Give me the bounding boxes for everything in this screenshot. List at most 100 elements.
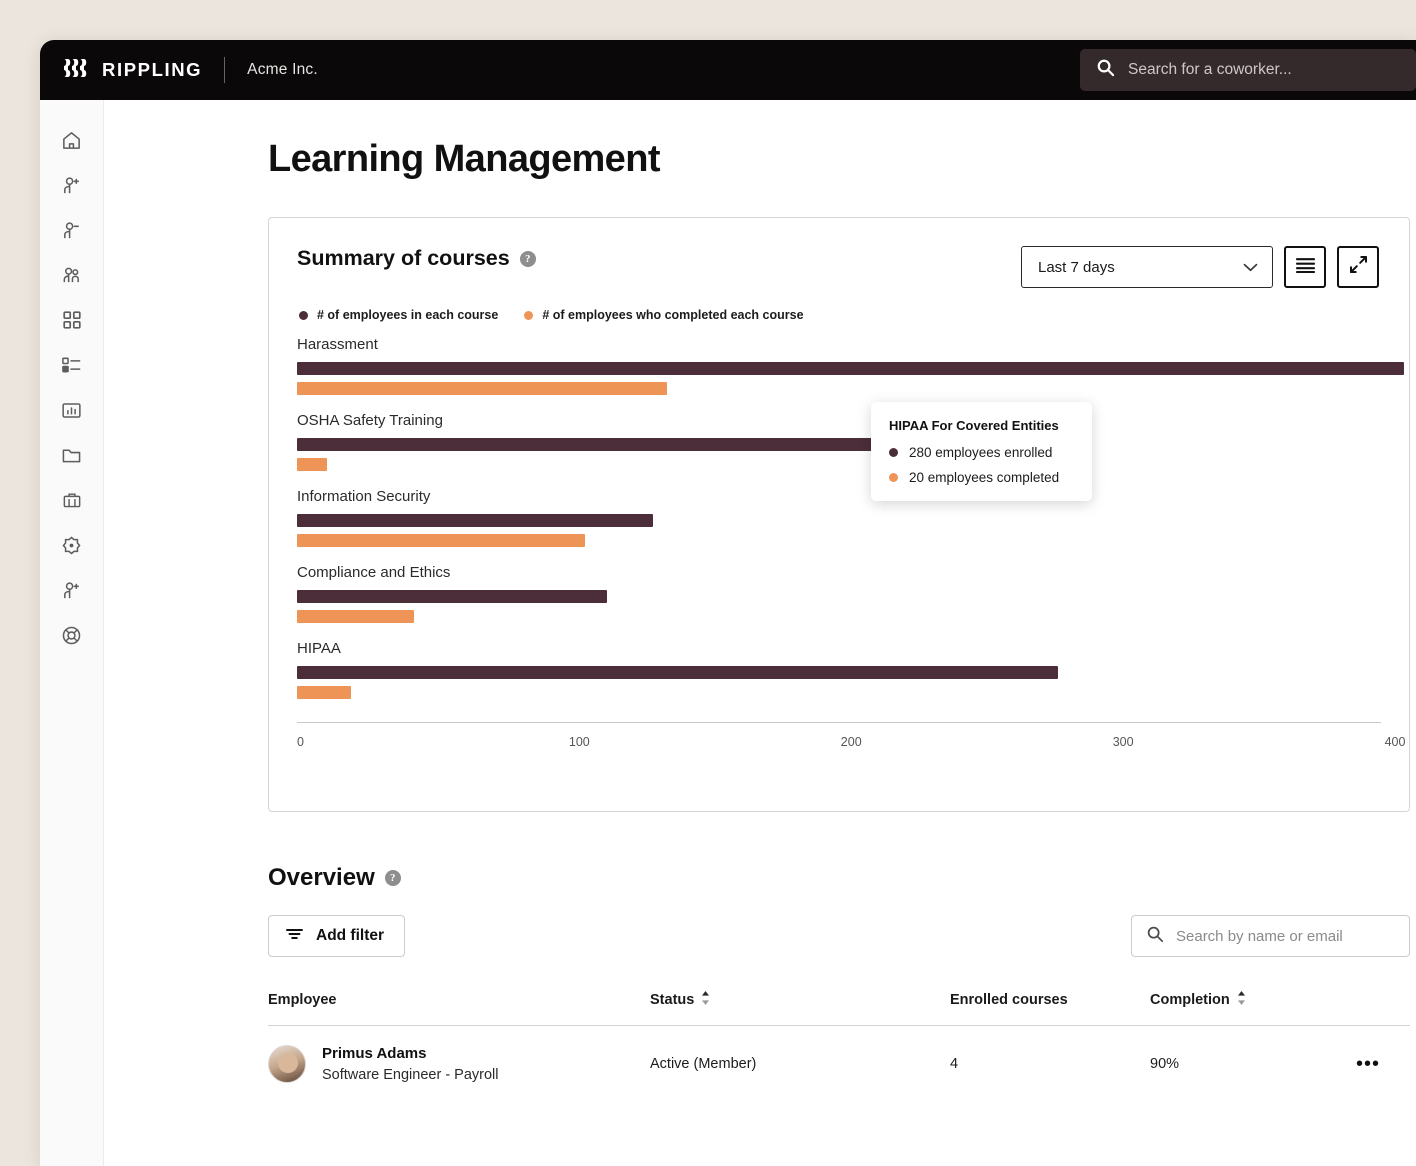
sidebar-item-tasks[interactable] bbox=[40, 345, 103, 390]
table-search-input[interactable]: Search by name or email bbox=[1131, 915, 1410, 957]
tooltip-dot-enrolled bbox=[889, 448, 898, 457]
tooltip-title: HIPAA For Covered Entities bbox=[889, 418, 1059, 433]
tooltip-row-completed: 20 employees completed bbox=[889, 470, 1074, 485]
brand-wordmark: RIPPLING bbox=[102, 59, 203, 80]
header-divider bbox=[224, 57, 226, 83]
sort-icon[interactable] bbox=[701, 991, 710, 1009]
search-icon bbox=[1146, 925, 1164, 948]
bar-completed[interactable] bbox=[297, 686, 352, 699]
column-header-completion[interactable]: Completion bbox=[1150, 991, 1320, 1026]
sidebar-item-terminate[interactable] bbox=[40, 210, 103, 255]
page-title: Learning Management bbox=[268, 138, 660, 180]
global-search-placeholder: Search for a coworker... bbox=[1128, 61, 1292, 78]
bar-enrolled[interactable] bbox=[297, 590, 607, 603]
bar-enrolled[interactable] bbox=[297, 514, 654, 527]
user-add-icon bbox=[61, 175, 82, 201]
bar-completed[interactable] bbox=[297, 534, 586, 547]
help-icon[interactable]: ? bbox=[384, 870, 401, 886]
bar-group: Information Security bbox=[297, 488, 1409, 564]
list-icon bbox=[61, 355, 82, 380]
sidebar-item-apps[interactable] bbox=[40, 300, 103, 345]
bar-completed[interactable] bbox=[297, 382, 667, 395]
column-label-completion: Completion bbox=[1150, 992, 1230, 1008]
brand-area[interactable]: RIPPLING bbox=[40, 57, 202, 84]
date-range-value: Last 7 days bbox=[1038, 258, 1115, 276]
sidebar-item-support[interactable] bbox=[40, 615, 103, 660]
date-range-select[interactable]: Last 7 days bbox=[1021, 246, 1273, 288]
tooltip-text-enrolled: 280 employees enrolled bbox=[909, 445, 1053, 460]
people-icon bbox=[61, 265, 82, 291]
bar-group: HIPAA bbox=[297, 640, 1409, 716]
user-add-icon bbox=[61, 580, 82, 606]
sidebar-item-documents[interactable] bbox=[40, 435, 103, 480]
x-tick-label: 0 bbox=[297, 735, 304, 749]
bar-group: OSHA Safety Training bbox=[297, 412, 1409, 488]
chart-legend: # of employees in each course # of emplo… bbox=[269, 288, 1409, 322]
card-title-group: Summary of courses ? bbox=[297, 246, 536, 271]
briefcase-icon bbox=[62, 490, 82, 515]
add-filter-button[interactable]: Add filter bbox=[268, 915, 406, 957]
apps-grid-icon bbox=[62, 310, 82, 335]
bar-enrolled[interactable] bbox=[297, 362, 1404, 375]
legend-dot-completed bbox=[524, 310, 534, 320]
tooltip-text-completed: 20 employees completed bbox=[909, 470, 1060, 485]
x-tick-label: 100 bbox=[568, 735, 590, 749]
sidebar-item-recruiting[interactable] bbox=[40, 570, 103, 615]
column-header-enrolled-courses[interactable]: Enrolled courses bbox=[950, 991, 1150, 1026]
list-view-button[interactable] bbox=[1284, 246, 1326, 288]
bar-group-label: Information Security bbox=[297, 488, 431, 505]
legend-item-enrolled: # of employees in each course bbox=[299, 308, 498, 322]
x-axis-ticks: 0 100 200 300 400 bbox=[297, 735, 1409, 765]
employee-name: Primus Adams bbox=[322, 1045, 427, 1062]
overview-toolbar: Add filter Search by name or email bbox=[268, 915, 1410, 957]
table-search-placeholder: Search by name or email bbox=[1176, 927, 1343, 945]
legend-label-enrolled: # of employees in each course bbox=[317, 308, 499, 322]
cell-enrolled-courses: 4 bbox=[950, 1056, 959, 1072]
cell-completion: 90% bbox=[1150, 1056, 1180, 1072]
expand-button[interactable] bbox=[1337, 246, 1379, 288]
bar-completed[interactable] bbox=[297, 458, 327, 471]
main-content: Learning Management Summary of courses ?… bbox=[104, 100, 1416, 1166]
help-icon[interactable]: ? bbox=[519, 250, 536, 267]
cell-actions: ••• bbox=[1320, 1026, 1410, 1084]
user-remove-icon bbox=[61, 220, 82, 246]
bar-group: Compliance and Ethics bbox=[297, 564, 1409, 640]
target-icon bbox=[61, 535, 82, 561]
x-tick-label: 300 bbox=[1112, 735, 1134, 749]
bar-group-label: HIPAA bbox=[297, 640, 341, 657]
bar-group: Harassment bbox=[297, 336, 1409, 412]
bar-groups: Harassment OSHA Safety Training Informatio… bbox=[297, 336, 1409, 716]
employee-role: Software Engineer - Payroll bbox=[322, 1067, 499, 1083]
sidebar-item-people[interactable] bbox=[40, 255, 103, 300]
bar-group-label: Compliance and Ethics bbox=[297, 564, 451, 581]
global-search-input[interactable]: Search for a coworker... bbox=[1080, 49, 1416, 91]
x-tick-label: 200 bbox=[840, 735, 862, 749]
chevron-down-icon bbox=[1243, 259, 1258, 276]
overview-section: Overview ? Add filter Search by name or … bbox=[268, 864, 1410, 1083]
rippling-logo-icon bbox=[62, 57, 92, 84]
card-controls: Last 7 days bbox=[1021, 246, 1379, 288]
sidebar-item-home[interactable] bbox=[40, 120, 103, 165]
lifebuoy-icon bbox=[61, 625, 82, 651]
overview-title-group: Overview ? bbox=[268, 864, 1410, 892]
avatar bbox=[268, 1045, 306, 1083]
tooltip-dot-completed bbox=[889, 473, 898, 482]
table-row[interactable]: Primus Adams Software Engineer - Payroll A… bbox=[268, 1026, 1410, 1084]
sidebar-item-hire[interactable] bbox=[40, 165, 103, 210]
column-header-status[interactable]: Status bbox=[650, 991, 950, 1026]
bar-completed[interactable] bbox=[297, 610, 414, 623]
report-chart-icon bbox=[61, 401, 82, 425]
filter-icon bbox=[285, 927, 304, 946]
x-axis-line bbox=[297, 722, 1381, 723]
hamburger-list-icon bbox=[1295, 257, 1316, 278]
sidebar-item-reports[interactable] bbox=[40, 390, 103, 435]
bar-group-label: Harassment bbox=[297, 336, 378, 353]
row-more-actions-icon[interactable]: ••• bbox=[1356, 1053, 1380, 1075]
cell-status: Active (Member) bbox=[650, 1056, 757, 1072]
company-name: Acme Inc. bbox=[247, 61, 318, 78]
column-header-employee[interactable]: Employee bbox=[268, 991, 650, 1026]
bar-enrolled[interactable] bbox=[297, 666, 1059, 679]
sidebar-item-goals[interactable] bbox=[40, 525, 103, 570]
sidebar-item-benefits[interactable] bbox=[40, 480, 103, 525]
sort-icon[interactable] bbox=[1237, 991, 1246, 1009]
